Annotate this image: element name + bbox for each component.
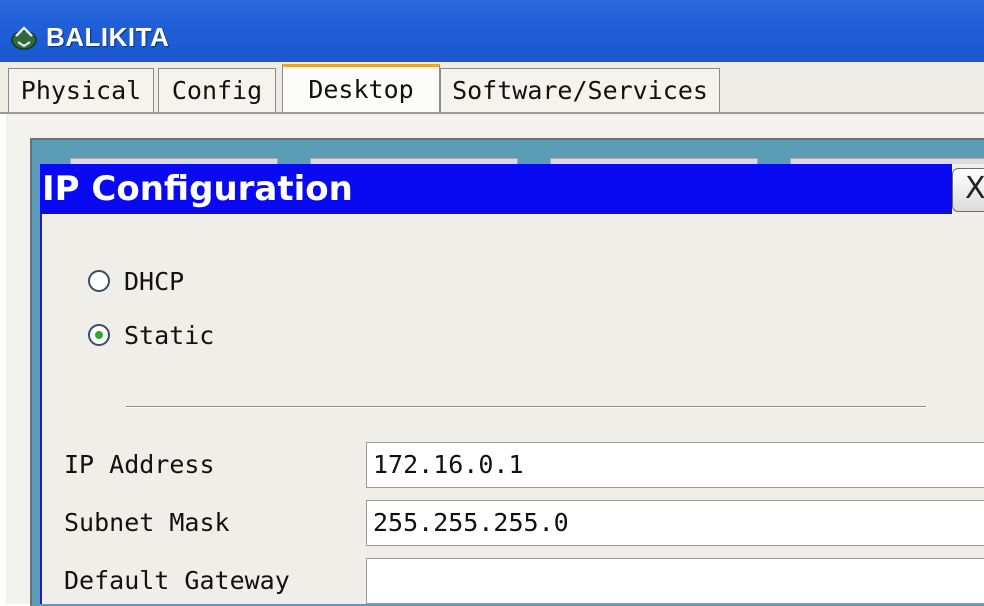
static-label: Static [124,320,215,350]
static-radio-option[interactable]: Static [88,318,214,352]
window-title: BALIKITA [46,22,170,52]
close-button[interactable]: X [952,168,984,212]
router-icon [11,26,37,50]
subnet-mask-label: Subnet Mask [64,508,230,537]
tab-desktop[interactable]: Desktop [282,64,440,114]
subnet-mask-field[interactable]: 255.255.255.0 [366,500,984,546]
tab-config[interactable]: Config [158,68,276,112]
dialog-title: IP Configuration [40,164,952,214]
default-gateway-field[interactable] [366,558,984,604]
ip-address-field[interactable]: 172.16.0.1 [366,442,984,488]
dhcp-radio[interactable] [88,270,110,292]
static-radio[interactable] [88,324,110,346]
ip-address-label: IP Address [64,450,215,479]
default-gateway-label: Default Gateway [64,566,290,595]
dhcp-label: DHCP [124,266,185,296]
tab-bar: Physical Config Desktop Software/Service… [0,62,984,114]
dhcp-radio-option[interactable]: DHCP [88,264,184,298]
tab-physical[interactable]: Physical [8,68,154,112]
window-titlebar[interactable]: BALIKITA [0,0,984,64]
section-divider [126,406,926,408]
close-icon: X [965,171,984,206]
tab-software-services[interactable]: Software/Services [440,68,720,112]
